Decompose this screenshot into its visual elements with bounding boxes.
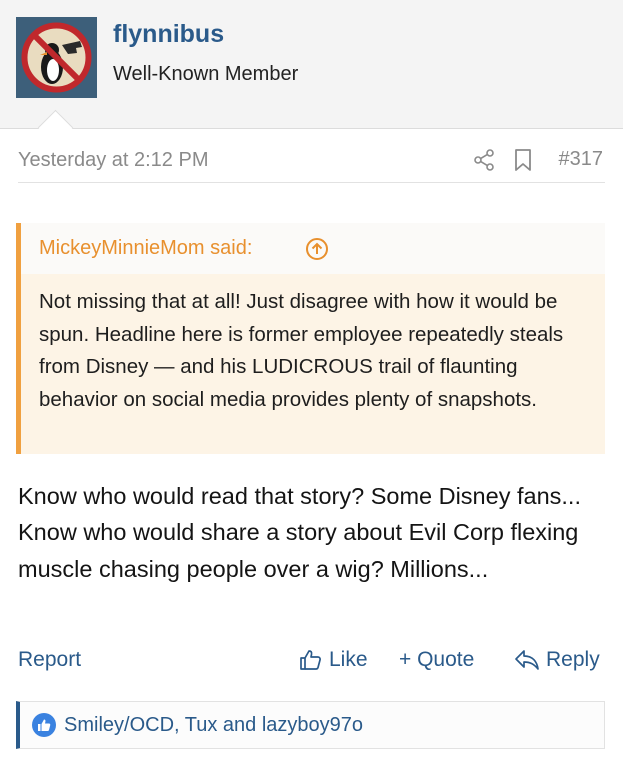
quote-text: Not missing that at all! Just disagree w… [39,290,564,411]
user-title: Well-Known Member [113,63,299,85]
user-header: flynnibus Well-Known Member [0,0,623,129]
quote-label: + Quote [399,648,475,671]
quote-author[interactable]: MickeyMinnieMom said: [39,237,252,260]
like-button[interactable]: Like [299,648,368,672]
no-penguin-avatar-icon [16,17,97,98]
quote-header: MickeyMinnieMom said: [21,223,605,274]
post-actions: Report Like + Quote Reply [18,644,605,678]
share-icon[interactable] [472,148,496,172]
post-meta: Yesterday at 2:12 PM #317 [18,140,605,183]
reply-label: Reply [546,648,600,671]
post-number[interactable]: #317 [559,148,604,171]
like-label: Like [329,648,368,671]
reply-button[interactable]: Reply [514,648,600,672]
quote-block: MickeyMinnieMom said: Not missing that a… [16,223,605,454]
arrow-up-circle-icon[interactable] [305,237,329,261]
post-body: Know who would read that story? Some Dis… [18,483,581,582]
reaction-users[interactable]: Smiley/OCD, Tux and lazyboy97o [64,714,363,737]
avatar[interactable] [16,17,97,98]
thumbs-up-icon [300,650,321,670]
username[interactable]: flynnibus [113,20,224,49]
reactions-bar[interactable]: Smiley/OCD, Tux and lazyboy97o [16,701,605,749]
bookmark-icon[interactable] [512,148,534,172]
report-label: Report [18,648,82,671]
quote-button[interactable]: + Quote [399,648,474,672]
report-link[interactable]: Report [18,648,81,672]
like-reaction-icon [32,713,56,737]
post-date[interactable]: Yesterday at 2:12 PM [18,149,209,172]
reply-arrow-icon [515,650,539,670]
